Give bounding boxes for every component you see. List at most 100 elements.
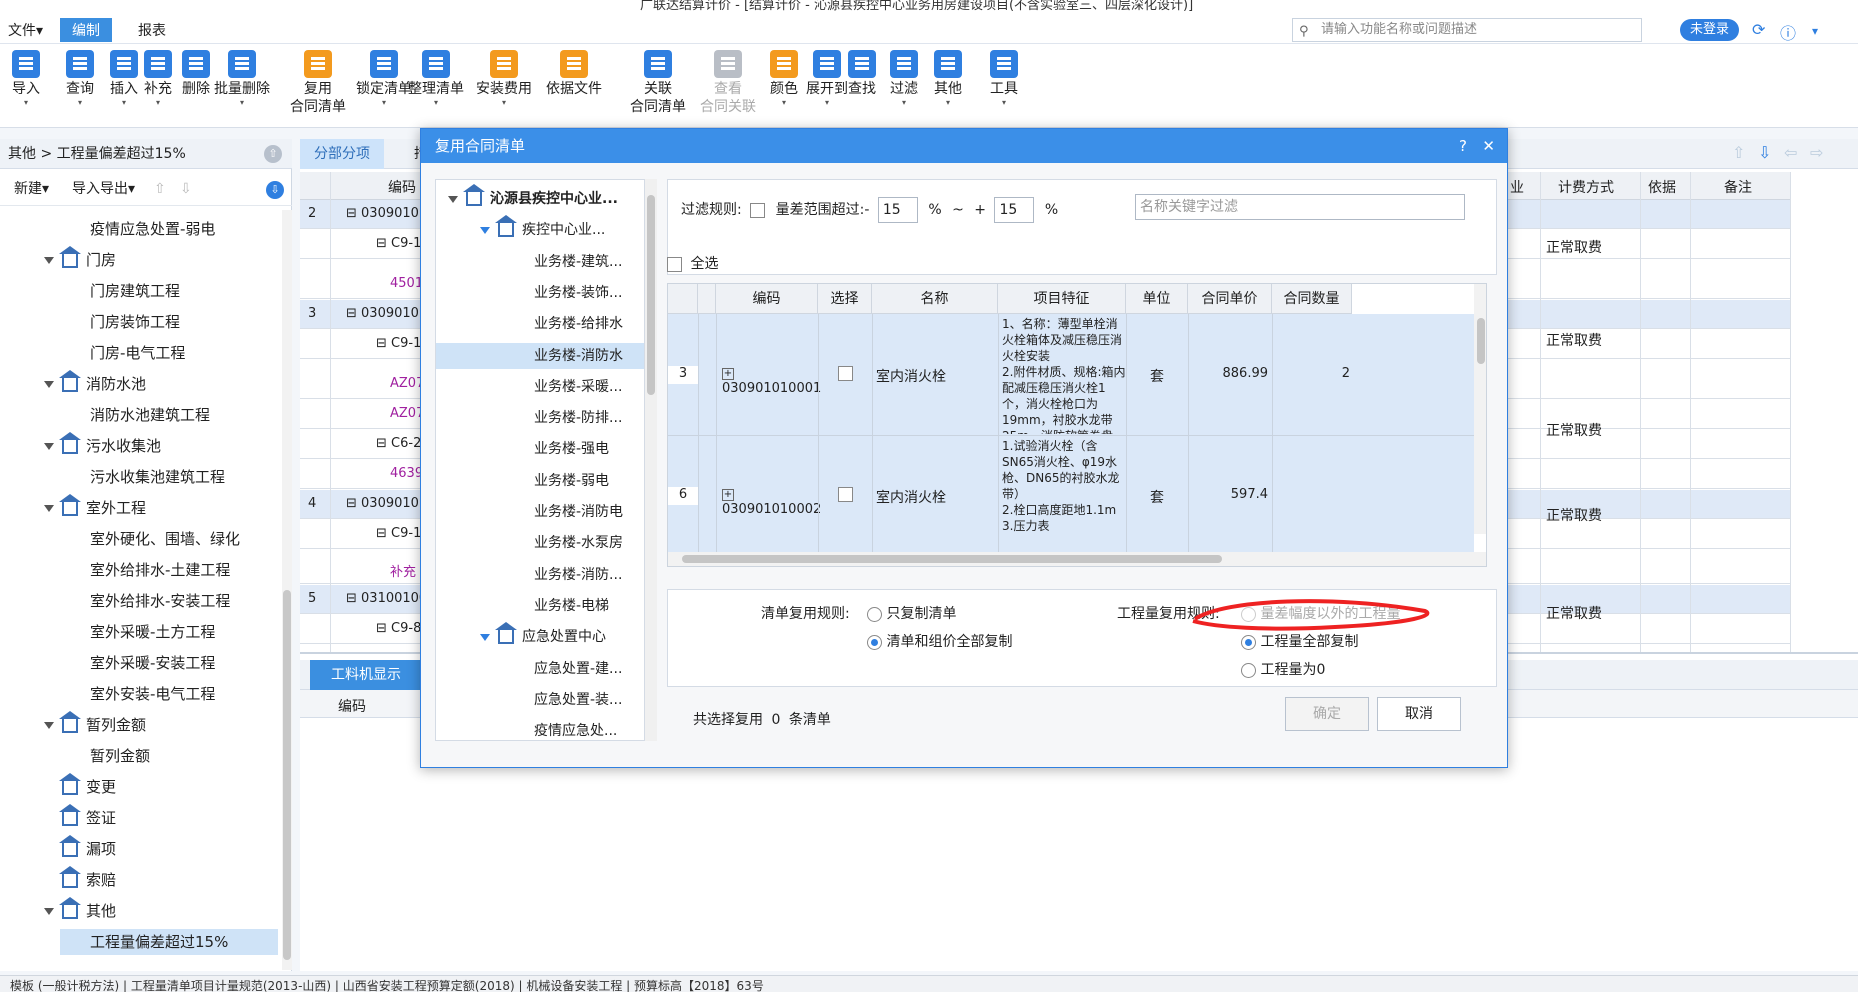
dialog-tree-item[interactable]: 疫情应急处... [534,718,617,740]
ribbon-button-9[interactable]: 安装费用 ▾ [476,50,532,108]
ribbon-button-15[interactable]: 查找 [848,50,876,98]
tree-item[interactable]: 门房-电气工程 [90,340,185,366]
expand-arrow-icon[interactable] [44,505,54,512]
dialog-tree-item[interactable]: 业务楼-防排... [534,405,622,431]
refresh-icon[interactable]: ⟳ [1752,20,1765,39]
tree-item[interactable]: 疫情应急处置-弱电 [90,216,215,242]
ribbon-button-2[interactable]: 插入 ▾ [110,50,138,108]
dropdown-arrow-icon[interactable]: ▾ [110,98,138,108]
reuse-opt2[interactable]: 清单和组价全部复制 [867,631,1012,651]
dialog-tree-scrollbar[interactable] [645,179,657,741]
expand-plus-icon[interactable]: + [722,367,734,380]
dialog-tree-item[interactable]: 疾控中心业... [480,215,605,243]
dialog-tree-item[interactable]: 业务楼-采暖... [534,374,622,400]
tree-item[interactable]: 工程量偏差超过15% [60,929,278,955]
menu-report[interactable]: 报表 [138,20,166,40]
dropdown-arrow-icon[interactable]: ▾ [214,98,270,108]
dialog-tree-item[interactable]: 业务楼-消防电 [534,499,623,525]
ribbon-button-10[interactable]: 依据文件 [546,50,602,98]
tree-item[interactable]: 其他 [44,896,116,924]
tree-item[interactable]: 变更 [59,772,116,800]
dropdown-arrow-icon[interactable]: ▾ [356,98,412,108]
tree-item[interactable]: 室外工程 [44,493,146,521]
ribbon-button-13[interactable]: 颜色 ▾ [770,50,798,108]
dropdown-arrow-icon[interactable]: ▾ [12,98,40,108]
expand-arrow-icon[interactable] [44,722,54,729]
dialog-tree-item[interactable]: 业务楼-给排水 [534,311,623,337]
dialog-tree-item[interactable]: 业务楼-消防水 [436,342,644,369]
download-icon[interactable]: ⇩ [266,181,284,199]
tree-item[interactable]: 消防水池 [44,369,146,397]
expand-arrow-icon[interactable] [44,381,54,388]
checkbox[interactable] [838,487,853,502]
left-scrollbar-thumb[interactable] [283,590,291,960]
dialog-tree-item[interactable]: 应急处置中心 [480,622,606,650]
dialog-tree-item[interactable]: 业务楼-电梯 [534,593,609,619]
tree-item[interactable]: 室外给排水-土建工程 [90,557,230,583]
dropdown-arrow-icon[interactable]: ▾ [934,98,962,108]
select-all-checkbox[interactable] [667,256,682,272]
ribbon-button-11[interactable]: 关联 合同清单 [630,50,686,116]
dropdown-arrow-icon[interactable]: ▾ [408,98,464,108]
qty-opt3[interactable]: 工程量为0 [1241,659,1325,679]
login-button[interactable]: 未登录 [1680,19,1740,41]
move-down-icon[interactable]: ⇩ [180,172,192,206]
dropdown-arrow-icon[interactable]: ▾ [990,98,1018,108]
tree-item[interactable]: 室外采暖-土方工程 [90,619,215,645]
ribbon-button-1[interactable]: 查询 ▾ [66,50,94,108]
dialog-tree-item[interactable]: 业务楼-弱电 [534,468,609,494]
contract-row[interactable]: 6 +030901010002 室内消火栓 1.试验消火栓（含SN65消火栓、φ19水… [668,436,1474,556]
tree-item[interactable]: 污水收集池 [44,431,161,459]
range-min-input[interactable]: 15 [877,197,918,223]
expand-arrow-icon[interactable] [44,443,54,450]
arrow-left-icon[interactable]: ⇦ [1784,143,1797,162]
tree-item[interactable]: 签证 [59,803,116,831]
grid-vertical-scrollbar[interactable] [1474,284,1486,534]
chevron-down-icon[interactable]: ▾ [1812,24,1818,38]
ok-button[interactable]: 确定 [1285,697,1369,731]
ribbon-button-5[interactable]: 批量删除 ▾ [214,50,270,108]
tab-labor-material[interactable]: 工料机显示 [310,660,422,690]
dropdown-arrow-icon[interactable]: ▾ [890,98,918,108]
range-max-input[interactable]: 15 [994,197,1035,223]
import-export-button[interactable]: 导入导出▾ [72,172,135,206]
search-input[interactable]: ⚲ 请输入功能名称或问题描述 [1292,18,1642,42]
ribbon-button-3[interactable]: 补充 ▾ [144,50,172,108]
expand-arrow-icon[interactable] [44,908,54,915]
dropdown-arrow-icon[interactable]: ▾ [806,98,848,108]
dropdown-arrow-icon[interactable]: ▾ [66,98,94,108]
new-button[interactable]: 新建▾ [14,172,49,206]
tree-item[interactable]: 暂列金额 [90,743,150,769]
reuse-opt1-radio[interactable] [867,606,882,622]
tree-item[interactable]: 室外安装-电气工程 [90,681,215,707]
qty-opt3-radio[interactable] [1241,662,1256,678]
ribbon-button-8[interactable]: 整理清单 ▾ [408,50,464,108]
tree-item[interactable]: 室外硬化、围墙、绿化 [90,526,240,552]
tree-item[interactable]: 索赔 [59,865,116,893]
tree-item[interactable]: 消防水池建筑工程 [90,402,210,428]
range-filter-checkbox[interactable] [750,202,766,218]
dialog-tree-item[interactable]: 业务楼-消防... [534,562,622,588]
arrow-right-icon[interactable]: ⇨ [1810,143,1823,162]
dialog-tree-scrollbar-thumb[interactable] [647,195,655,395]
dialog-tree-item[interactable]: 应急处置-装... [534,687,622,713]
ribbon-button-12[interactable]: 查看 合同关联 [700,50,756,116]
dropdown-arrow-icon[interactable]: ▾ [144,98,172,108]
expand-arrow-icon[interactable] [448,195,458,203]
tree-item[interactable]: 门房建筑工程 [90,278,180,304]
grid-vscroll-thumb[interactable] [1477,318,1485,364]
expand-plus-icon[interactable]: + [722,488,734,501]
dialog-tree-item[interactable]: 业务楼-水泵房 [534,530,623,556]
menu-edit[interactable]: 编制 [60,18,112,42]
tree-item[interactable]: 门房装饰工程 [90,309,180,335]
ribbon-button-16[interactable]: 过滤 ▾ [890,50,918,108]
arrow-down-icon[interactable]: ⇩ [1758,143,1771,162]
dialog-close-button[interactable]: ✕ [1482,129,1495,163]
tree-item[interactable]: 室外采暖-安装工程 [90,650,215,676]
tree-item[interactable]: 室外给排水-安装工程 [90,588,230,614]
ribbon-button-4[interactable]: 删除 [182,50,210,98]
checkbox[interactable] [838,366,853,381]
tree-item[interactable]: 污水收集池建筑工程 [90,464,225,490]
move-up-icon[interactable]: ⇧ [154,172,166,206]
ribbon-button-6[interactable]: 复用 合同清单 [290,50,346,116]
